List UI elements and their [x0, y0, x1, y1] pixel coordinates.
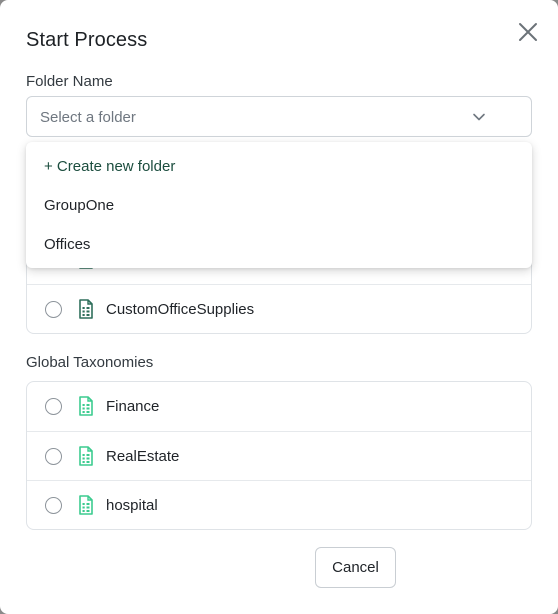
start-process-dialog: Start Process Folder Name Select a folde…	[0, 0, 558, 614]
folder-option-groupone[interactable]: GroupOne	[44, 197, 114, 214]
cancel-button[interactable]: Cancel	[315, 547, 396, 588]
chevron-down-icon	[473, 113, 485, 121]
list-item[interactable]: CustomOfficeSupplies	[27, 284, 531, 333]
folder-option-offices[interactable]: Offices	[44, 236, 90, 253]
radio-button[interactable]	[45, 301, 62, 318]
taxonomy-label: CustomOfficeSupplies	[106, 301, 255, 318]
close-icon	[519, 23, 537, 41]
dialog-title: Start Process	[26, 29, 148, 51]
spreadsheet-document-icon	[79, 299, 93, 319]
folder-select-placeholder: Select a folder	[40, 109, 136, 126]
radio-button[interactable]	[45, 497, 62, 514]
taxonomy-label: RealEstate	[106, 448, 180, 465]
list-item[interactable]: hospital	[27, 480, 531, 529]
list-item[interactable]: Finance	[27, 382, 531, 431]
close-button[interactable]	[515, 19, 541, 45]
radio-button[interactable]	[45, 398, 62, 415]
taxonomy-label: Finance	[106, 398, 160, 415]
folder-name-label: Folder Name	[26, 73, 113, 90]
spreadsheet-document-icon	[79, 396, 93, 416]
global-taxonomies-heading: Global Taxonomies	[26, 354, 154, 371]
taxonomy-label: hospital	[106, 497, 158, 514]
folder-select[interactable]: Select a folder	[26, 96, 532, 137]
spreadsheet-document-icon	[79, 446, 93, 466]
list-item[interactable]: RealEstate	[27, 431, 531, 480]
global-taxonomy-list: Finance RealEstate hospital	[26, 381, 532, 530]
radio-button[interactable]	[45, 448, 62, 465]
create-new-folder-option[interactable]: + Create new folder	[44, 158, 175, 175]
folder-dropdown-menu: + Create new folder GroupOne Offices	[26, 142, 532, 268]
spreadsheet-document-icon	[79, 495, 93, 515]
